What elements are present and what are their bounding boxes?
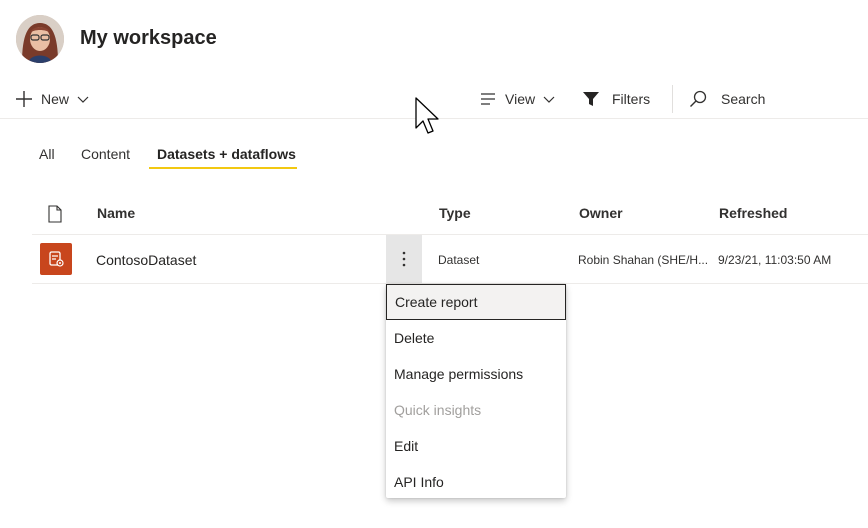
avatar[interactable]: [16, 15, 64, 63]
filter-funnel-icon: [583, 92, 599, 106]
menu-item-create-report[interactable]: Create report: [386, 284, 566, 320]
toolbar-divider: [672, 85, 673, 113]
more-options-icon: [402, 251, 406, 267]
column-header-refreshed[interactable]: Refreshed: [719, 205, 787, 221]
active-tab-indicator: [149, 167, 297, 169]
column-header-type[interactable]: Type: [439, 205, 471, 221]
chevron-down-icon: [77, 96, 89, 103]
column-header-owner[interactable]: Owner: [579, 205, 623, 221]
menu-item-delete[interactable]: Delete: [386, 320, 566, 356]
dataset-name-link[interactable]: ContosoDataset: [96, 252, 196, 268]
file-icon: [48, 205, 62, 223]
menu-item-manage-permissions[interactable]: Manage permissions: [386, 356, 566, 392]
cell-owner: Robin Shahan (SHE/H...: [578, 253, 709, 267]
filters-button[interactable]: Filters: [582, 88, 650, 110]
chevron-down-icon: [543, 96, 555, 103]
more-options-button[interactable]: [386, 235, 422, 283]
search-icon: [690, 90, 707, 107]
tab-content[interactable]: Content: [81, 146, 130, 162]
new-button-label: New: [41, 91, 70, 107]
dataset-icon: [40, 243, 72, 275]
view-button[interactable]: View: [480, 88, 555, 110]
view-lines-icon: [481, 93, 495, 105]
tab-all[interactable]: All: [39, 146, 55, 162]
search-button[interactable]: Search: [689, 88, 765, 110]
header-divider: [32, 234, 868, 235]
cell-type: Dataset: [438, 253, 480, 267]
plus-icon: [16, 91, 32, 107]
view-button-label: View: [505, 91, 536, 107]
menu-item-quick-insights: Quick insights: [394, 402, 482, 418]
tab-datasets-dataflows[interactable]: Datasets + dataflows: [157, 146, 296, 162]
menu-item-edit[interactable]: Edit: [386, 428, 566, 464]
cell-refreshed: 9/23/21, 11:03:50 AM: [718, 253, 832, 267]
menu-item-api-info[interactable]: API Info: [386, 464, 566, 500]
new-button[interactable]: New: [15, 88, 89, 110]
page-title: My workspace: [80, 27, 217, 49]
context-menu: Create report Delete Manage permissions …: [386, 284, 566, 498]
filters-button-label: Filters: [612, 91, 651, 107]
mouse-cursor: [415, 97, 439, 134]
search-button-label: Search: [721, 91, 766, 107]
column-header-name[interactable]: Name: [97, 205, 135, 221]
